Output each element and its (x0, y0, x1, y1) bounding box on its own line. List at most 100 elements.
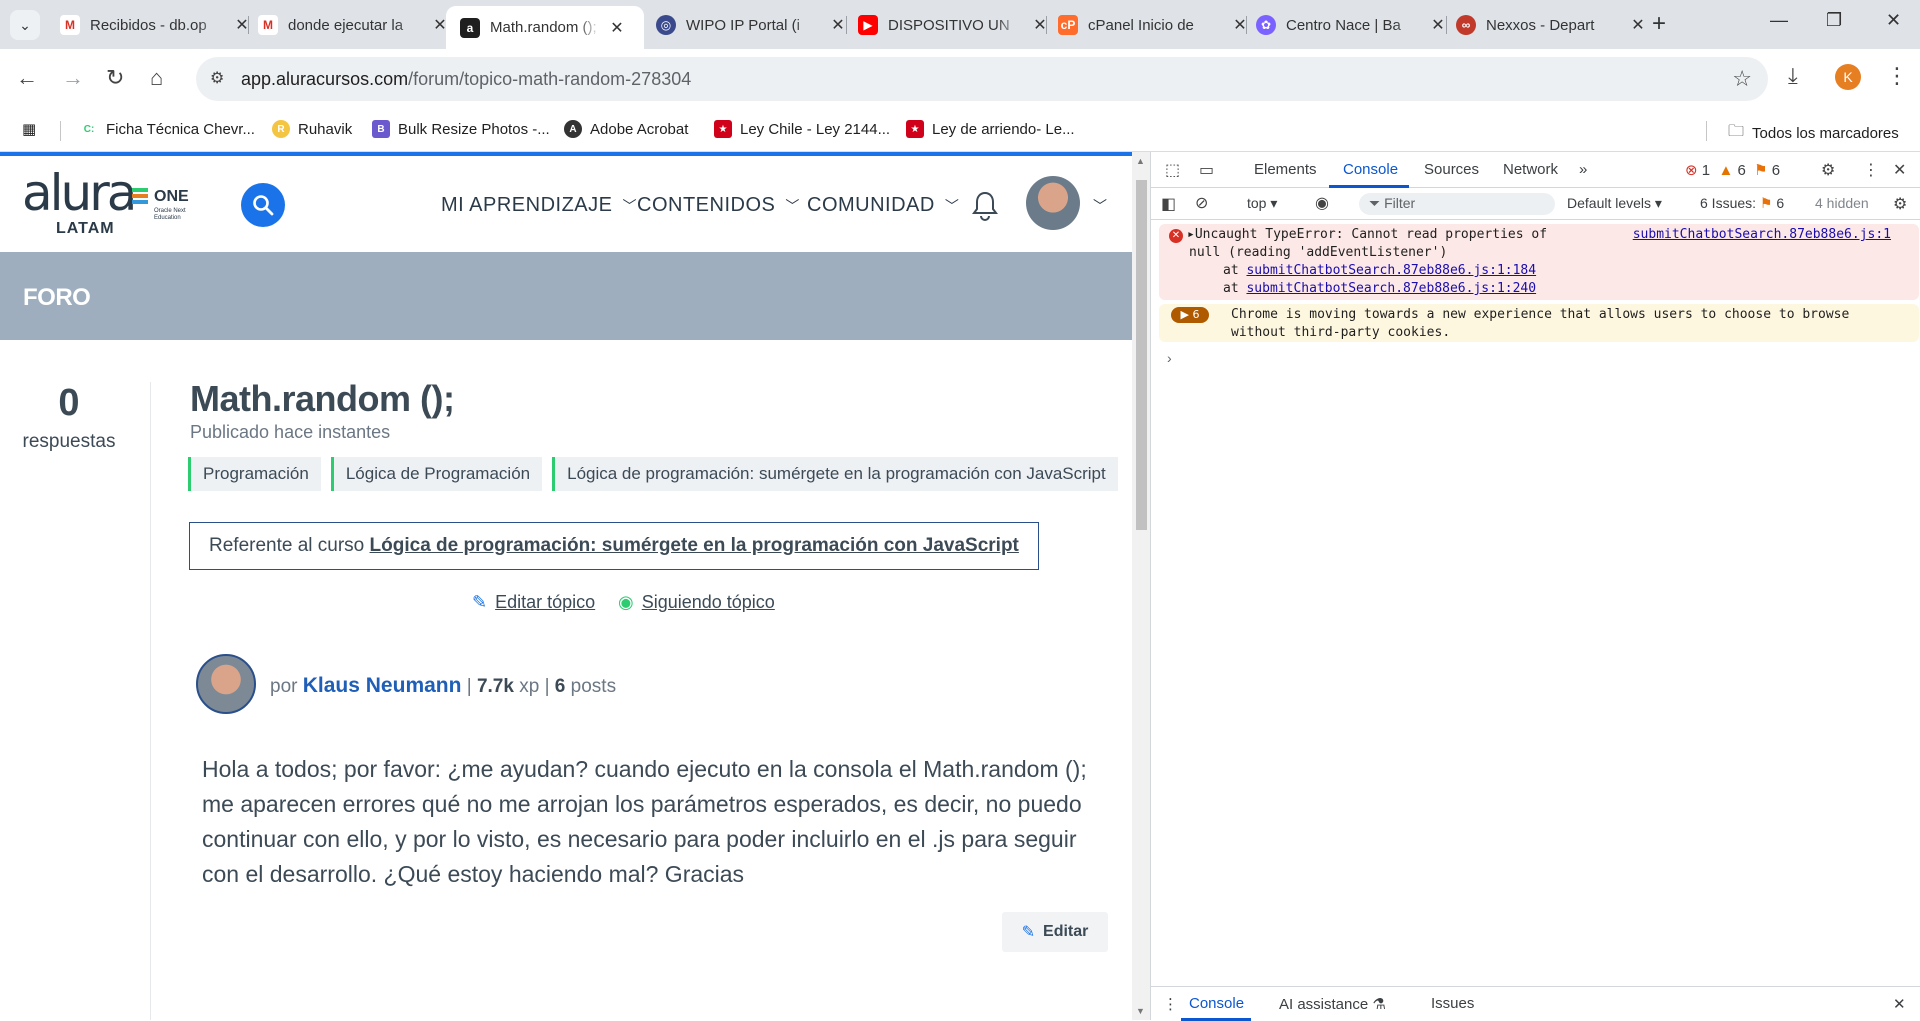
address-bar[interactable]: ⚙ app.aluracursos.com/forum/topico-math-… (196, 57, 1768, 101)
browser-tab-7[interactable]: ✿ Centro Nace | Ba ✕ (1256, 8, 1447, 42)
device-toolbar-icon[interactable]: ▭ (1199, 160, 1214, 180)
close-devtools-icon[interactable]: ✕ (1893, 160, 1906, 180)
tag-course[interactable]: Lógica de programación: sumérgete en la … (552, 457, 1118, 491)
devtools-panel: ⬚ ▭ Elements Console Sources Network » ⊗… (1150, 152, 1920, 1021)
alura-logo[interactable]: alura LATAM ONE Oracle Next Education (22, 164, 189, 237)
page-scrollbar[interactable]: ▲ ▼ (1132, 152, 1150, 1020)
live-expression-eye-icon[interactable]: ◉ (1315, 193, 1329, 213)
devtools-menu-icon[interactable]: ⋮ (1863, 160, 1879, 180)
drawer-menu-icon[interactable]: ⋮ (1163, 995, 1178, 1013)
scroll-up-icon[interactable]: ▲ (1136, 156, 1145, 166)
back-arrow-icon[interactable]: ← (16, 65, 38, 91)
clear-console-icon[interactable]: ⊘ (1195, 193, 1208, 213)
course-link[interactable]: Lógica de programación: sumérgete en la … (370, 535, 1019, 556)
warning-group-count[interactable]: ▶ 6 (1171, 307, 1209, 323)
new-tab-plus-icon[interactable]: + (1652, 10, 1666, 38)
chevron-down-icon[interactable]: ﹀ (1093, 196, 1107, 216)
minimize-icon[interactable]: — (1770, 10, 1788, 31)
author-name-link[interactable]: Klaus Neumann (303, 674, 462, 697)
error-source-link[interactable]: submitChatbotSearch.87eb88e6.js:1 (1633, 226, 1891, 244)
console-filter-input[interactable]: ⏷ Filter (1359, 193, 1555, 215)
expand-triangle-icon[interactable]: ▸ (1187, 227, 1195, 242)
stack-link-1[interactable]: submitChatbotSearch.87eb88e6.js:1:184 (1246, 263, 1536, 278)
bookmark-item[interactable]: C: Ficha Técnica Chevr... (80, 120, 255, 138)
youtube-icon: ▶ (858, 15, 878, 35)
home-icon[interactable]: ⌂ (150, 65, 163, 91)
nav-mi-aprendizaje[interactable]: MI APRENDIZAJE ﹀ (441, 194, 637, 217)
profile-avatar[interactable]: K (1835, 64, 1861, 90)
bookmark-star-icon[interactable]: ☆ (1732, 66, 1752, 92)
drawer-tab-issues[interactable]: Issues (1431, 995, 1474, 1012)
browser-tab-8[interactable]: ∞ Nexxos - Depart ✕ (1456, 8, 1647, 42)
devtools-tab-console[interactable]: Console (1343, 161, 1398, 178)
logo-text: alura (22, 164, 137, 222)
window-close-icon[interactable]: ✕ (1886, 10, 1901, 31)
bookmark-item[interactable]: ★ Ley de arriendo- Le... (906, 120, 1075, 138)
search-button[interactable] (241, 183, 285, 227)
following-topic-link[interactable]: ◉ Siguiendo tópico (618, 592, 775, 613)
bookmark-item[interactable]: B Bulk Resize Photos -... (372, 120, 550, 138)
console-settings-gear-icon[interactable]: ⚙ (1893, 194, 1907, 214)
nav-contenidos[interactable]: CONTENIDOS ﹀ (637, 194, 800, 217)
browser-tab-6[interactable]: cP cPanel Inicio de ✕ (1058, 8, 1249, 42)
stack-link-2[interactable]: submitChatbotSearch.87eb88e6.js:1:240 (1246, 281, 1536, 296)
user-avatar[interactable] (1026, 176, 1080, 230)
close-icon[interactable]: ✕ (1429, 15, 1447, 35)
tag-programacion[interactable]: Programación (188, 457, 321, 491)
notifications-bell-icon[interactable] (970, 190, 1000, 227)
devtools-tab-network[interactable]: Network (1503, 161, 1558, 178)
warning-count: 6 (1192, 308, 1200, 321)
close-icon[interactable]: ✕ (1629, 15, 1647, 35)
tab-title: WIPO IP Portal (i (686, 16, 800, 34)
download-icon[interactable]: ⤓ (1788, 63, 1798, 89)
bookmark-item[interactable]: R Ruhavik (272, 120, 352, 138)
browser-tab-1[interactable]: M Recibidos - db.op ✕ (60, 8, 251, 42)
forward-arrow-icon[interactable]: → (62, 65, 84, 91)
console-warning-message[interactable]: ▶ 6 Chrome is moving towards a new exper… (1159, 304, 1919, 342)
restore-icon[interactable]: ❐ (1826, 10, 1842, 31)
scrollbar-thumb[interactable] (1136, 180, 1147, 530)
browser-tab-3-active[interactable]: a Math.random (); ✕ (446, 6, 644, 49)
drawer-tab-console[interactable]: Console (1189, 995, 1244, 1012)
bookmark-item[interactable]: A Adobe Acrobat (564, 120, 688, 138)
console-prompt-caret-icon[interactable]: › (1167, 350, 1172, 366)
alura-icon: a (460, 17, 480, 38)
flask-icon: ⚗ (1372, 996, 1386, 1013)
inspect-element-icon[interactable]: ⬚ (1165, 160, 1180, 180)
stack-prefix: at (1223, 281, 1239, 296)
devtools-counters[interactable]: ⊗ 1 ▲ 6 ⚑ 6 (1685, 161, 1780, 179)
browser-menu-icon[interactable]: ⋮ (1886, 63, 1908, 89)
tag-logica[interactable]: Lógica de Programación (330, 457, 543, 491)
browser-tab-2[interactable]: M donde ejecutar la ✕ (258, 8, 449, 42)
reload-icon[interactable]: ↻ (106, 65, 124, 91)
bookmark-item[interactable]: ★ Ley Chile - Ley 2144... (714, 120, 890, 138)
browser-tab-4[interactable]: ◎ WIPO IP Portal (i ✕ (656, 8, 847, 42)
browser-tab-5[interactable]: ▶ DISPOSITIVO UN ✕ (858, 8, 1049, 42)
devtools-tab-elements[interactable]: Elements (1254, 161, 1317, 178)
all-bookmarks[interactable]: 🗀 Todos los marcadores (1728, 120, 1899, 147)
nav-comunidad[interactable]: COMUNIDAD ﹀ (807, 194, 959, 217)
context-selector[interactable]: top ▾ (1247, 195, 1277, 212)
sidebar-toggle-icon[interactable]: ◧ (1161, 194, 1176, 214)
author-avatar[interactable] (196, 654, 256, 714)
drawer-tab-ai-assistance[interactable]: AI assistance ⚗ (1279, 995, 1386, 1013)
edit-post-button[interactable]: ✎ Editar (1002, 912, 1108, 952)
close-icon[interactable]: ✕ (608, 18, 626, 38)
filter-placeholder: Filter (1384, 195, 1416, 211)
browser-toolbar: ← → ↻ ⌂ ⚙ app.aluracursos.com/forum/topi… (0, 49, 1920, 109)
oracle-one-logo: ONE Oracle Next Education (132, 188, 202, 221)
apps-grid-icon[interactable]: ▦ (22, 120, 36, 138)
settings-gear-icon[interactable]: ⚙ (1821, 160, 1835, 180)
close-drawer-icon[interactable]: ✕ (1893, 995, 1906, 1013)
tab-search-button[interactable]: ⌄ (10, 10, 40, 40)
edit-topic-link[interactable]: ✎ Editar tópico (472, 592, 595, 613)
site-settings-icon[interactable]: ⚙ (210, 68, 230, 88)
devtools-tab-sources[interactable]: Sources (1424, 161, 1479, 178)
console-error-message[interactable]: ✕ ▸Uncaught TypeError: Cannot read prope… (1159, 224, 1919, 300)
url-text[interactable]: app.aluracursos.com/forum/topico-math-ra… (241, 69, 691, 90)
close-icon[interactable]: ✕ (829, 15, 847, 35)
log-levels-dropdown[interactable]: Default levels ▾ (1567, 195, 1662, 212)
more-tabs-icon[interactable]: » (1579, 161, 1587, 178)
scroll-down-icon[interactable]: ▼ (1136, 1006, 1145, 1016)
issues-link[interactable]: 6 Issues: ⚑ 6 (1700, 195, 1784, 212)
